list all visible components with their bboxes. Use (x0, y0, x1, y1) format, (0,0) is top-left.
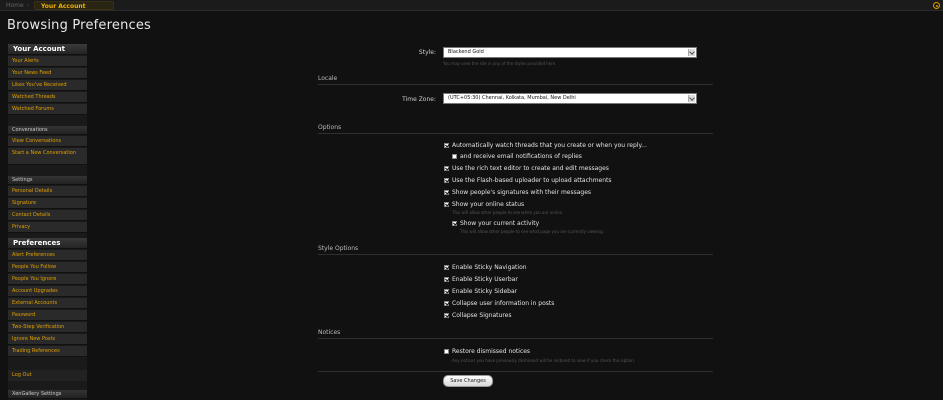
sidebar-item-view-conversations[interactable]: View Conversations (8, 136, 87, 147)
sidebar-item-watched-threads[interactable]: Watched Threads (8, 92, 87, 103)
checkbox-checked[interactable] (444, 313, 449, 318)
timezone-select[interactable]: (UTC+05:30) Chennai, Kolkata, Mumbai, Ne… (443, 93, 697, 104)
option-sticky-navigation[interactable]: Enable Sticky Navigation (444, 264, 527, 271)
checkbox-checked[interactable] (452, 221, 457, 226)
sidebar-item-contact-details[interactable]: Contact Details (8, 210, 87, 221)
option-sticky-userbar[interactable]: Enable Sticky Userbar (444, 276, 518, 283)
section-heading-style-options: Style Options (318, 245, 713, 255)
checkbox-checked[interactable] (444, 277, 449, 282)
sidebar-item-log-out[interactable]: Log Out (8, 370, 87, 381)
option-show-signatures[interactable]: Show people's signatures with their mess… (444, 189, 591, 196)
option-auto-watch[interactable]: Automatically watch threads that you cre… (444, 142, 647, 149)
section-heading-notices: Notices (318, 329, 713, 339)
breadcrumb: Home › Your Account (0, 0, 943, 11)
checkbox-checked[interactable] (444, 166, 449, 171)
current-activity-hint: This will allow other people to see what… (460, 229, 604, 234)
online-status-hint: This will allow other people to see when… (452, 210, 564, 215)
restore-notices-hint: Any notices you have previously dismisse… (452, 358, 636, 363)
timezone-select-value: (UTC+05:30) Chennai, Kolkata, Mumbai, Ne… (448, 95, 576, 101)
option-sticky-sidebar[interactable]: Enable Sticky Sidebar (444, 288, 517, 295)
sidebar-heading-conversations[interactable]: Conversations (8, 126, 87, 135)
section-heading-options: Options (318, 124, 713, 134)
checkbox-checked[interactable] (444, 143, 449, 148)
sidebar-heading-preferences[interactable]: Preferences (8, 238, 87, 249)
checkbox-unchecked[interactable] (444, 349, 449, 354)
sidebar-item-external-accounts[interactable]: External Accounts (8, 298, 87, 309)
timezone-label: Time Zone: (402, 96, 436, 103)
navigation-target-icon[interactable] (933, 2, 940, 9)
sidebar-item-news-feed[interactable]: Your News Feed (8, 68, 87, 79)
form-divider (318, 371, 713, 372)
sidebar-item-two-step-verification[interactable]: Two-Step Verification (8, 322, 87, 333)
checkbox-checked[interactable] (444, 178, 449, 183)
style-hint: You may view the site in any of the styl… (443, 61, 557, 66)
section-heading-locale: Locale (318, 75, 713, 85)
save-changes-button[interactable]: Save Changes (443, 375, 493, 387)
sidebar-item-likes[interactable]: Likes You've Received (8, 80, 87, 91)
option-restore-notices[interactable]: Restore dismissed notices (444, 348, 530, 355)
breadcrumb-home-link[interactable]: Home (6, 1, 24, 10)
option-collapse-user-info[interactable]: Collapse user information in posts (444, 300, 554, 307)
sidebar-item-trading-references[interactable]: Trading References (8, 346, 87, 357)
breadcrumb-separator: › (27, 2, 30, 9)
sidebar-heading-your-account[interactable]: Your Account (8, 44, 87, 55)
sidebar-item-people-you-ignore[interactable]: People You Ignore (8, 274, 87, 285)
style-select[interactable]: Blackend Gold (443, 47, 697, 58)
account-sidebar: Your Account Your Alerts Your News Feed … (8, 44, 87, 400)
checkbox-checked[interactable] (444, 190, 449, 195)
sidebar-heading-xengallery-settings[interactable]: XenGallery Settings (8, 390, 87, 399)
option-current-activity[interactable]: Show your current activity (452, 220, 539, 227)
option-online-status[interactable]: Show your online status (444, 201, 524, 208)
chevron-down-icon (688, 49, 695, 56)
checkbox-checked[interactable] (444, 202, 449, 207)
checkbox-checked[interactable] (444, 301, 449, 306)
checkbox-checked[interactable] (444, 289, 449, 294)
sidebar-item-people-you-follow[interactable]: People You Follow (8, 262, 87, 273)
sidebar-item-account-upgrades[interactable]: Account Upgrades (8, 286, 87, 297)
checkbox-unchecked[interactable] (452, 154, 457, 159)
option-email-notifications[interactable]: and receive email notifications of repli… (452, 153, 582, 160)
sidebar-item-privacy[interactable]: Privacy (8, 222, 87, 233)
sidebar-item-personal-details[interactable]: Personal Details (8, 186, 87, 197)
option-rich-text-editor[interactable]: Use the rich text editor to create and e… (444, 165, 609, 172)
sidebar-item-signature[interactable]: Signature (8, 198, 87, 209)
sidebar-item-password[interactable]: Password (8, 310, 87, 321)
option-collapse-signatures[interactable]: Collapse Signatures (444, 312, 511, 319)
breadcrumb-your-account-link[interactable]: Your Account (34, 1, 114, 10)
sidebar-item-ignore-new-posts[interactable]: Ignore New Posts (8, 334, 87, 345)
chevron-down-icon (688, 95, 695, 102)
checkbox-checked[interactable] (444, 265, 449, 270)
sidebar-item-start-conversation[interactable]: Start a New Conversation (8, 148, 87, 165)
sidebar-heading-settings[interactable]: Settings (8, 176, 87, 185)
sidebar-item-watched-forums[interactable]: Watched Forums (8, 104, 87, 115)
sidebar-item-alerts[interactable]: Your Alerts (8, 56, 87, 67)
option-flash-uploader[interactable]: Use the Flash-based uploader to upload a… (444, 177, 612, 184)
page-title: Browsing Preferences (7, 18, 152, 33)
sidebar-item-alert-preferences[interactable]: Alert Preferences (8, 250, 87, 261)
style-label: Style: (418, 49, 436, 56)
style-select-value: Blackend Gold (448, 49, 484, 55)
